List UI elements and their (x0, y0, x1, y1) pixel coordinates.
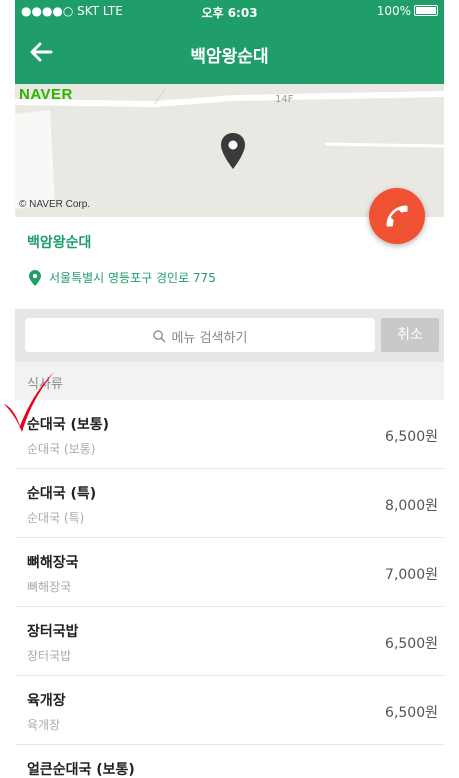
phone-icon (386, 205, 408, 227)
menu-search-input[interactable]: 메뉴 검색하기 (25, 318, 375, 352)
menu-item[interactable]: 순대국 (특) 순대국 (특) 8,000원 (15, 469, 444, 538)
menu-list: 순대국 (보통) 순대국 (보통) 6,500원 순대국 (특) 순대국 (특)… (15, 400, 444, 778)
search-placeholder: 메뉴 검색하기 (171, 331, 248, 346)
navigation-bar: 백암왕순대 (15, 22, 444, 84)
menu-item-subtitle: 순대국 (특) (27, 511, 85, 525)
menu-item-subtitle: 육개장 (27, 718, 61, 732)
cancel-button[interactable]: 취소 (381, 318, 439, 352)
battery-indicator: 100% (377, 4, 438, 18)
menu-item-price: 7,000원 (385, 567, 438, 583)
menu-item-subtitle: 뼈해장국 (27, 580, 72, 594)
menu-item-price: 6,500원 (385, 705, 438, 721)
menu-item-subtitle: 순대국 (보통) (27, 442, 96, 456)
address-text: 서울특별시 영등포구 경인로 775 (49, 271, 216, 285)
menu-item[interactable]: 뼈해장국 뼈해장국 7,000원 (15, 538, 444, 607)
map-floor-label: 14F (275, 94, 294, 105)
map-pin-icon[interactable] (220, 132, 246, 170)
menu-item-name: 얼큰순대국 (보통) (27, 762, 135, 778)
menu-item-name: 순대국 (특) (27, 486, 97, 502)
menu-item[interactable]: 육개장 육개장 6,500원 (15, 676, 444, 745)
menu-item-name: 뼈해장국 (27, 555, 79, 571)
page-title: 백암왕순대 (190, 47, 269, 67)
status-bar: ●●●●○ SKT LTE 오후 6:03 100% (15, 0, 444, 22)
call-button[interactable] (369, 188, 425, 244)
battery-text: 100% (376, 4, 411, 18)
menu-search-bar: 메뉴 검색하기 취소 (15, 309, 444, 362)
menu-item-price: 8,000원 (385, 498, 438, 514)
menu-item-subtitle: 장터국밥 (27, 649, 72, 663)
menu-item[interactable]: 장터국밥 장터국밥 6,500원 (15, 607, 444, 676)
naver-logo: NAVER (19, 86, 73, 103)
location-pin-icon (29, 269, 41, 286)
restaurant-name: 백암왕순대 (27, 235, 92, 251)
menu-item-price: 6,500원 (385, 429, 438, 445)
menu-item-name: 장터국밥 (27, 624, 79, 640)
checkmark-icon (4, 372, 54, 432)
menu-item[interactable]: 순대국 (보통) 순대국 (보통) 6,500원 (15, 400, 444, 469)
category-header: 식사류 (15, 362, 444, 401)
menu-item-price: 6,500원 (385, 636, 438, 652)
phone-screen: ●●●●○ SKT LTE 오후 6:03 100% 백암왕순대 NAVER 1… (15, 0, 444, 778)
battery-icon (414, 5, 438, 16)
restaurant-address[interactable]: 서울특별시 영등포구 경인로 775 (29, 269, 216, 286)
search-icon (152, 330, 166, 343)
menu-item[interactable]: 얼큰순대국 (보통) (15, 745, 444, 778)
map-copyright: © NAVER Corp. (19, 199, 91, 210)
menu-item-name: 육개장 (27, 693, 66, 709)
